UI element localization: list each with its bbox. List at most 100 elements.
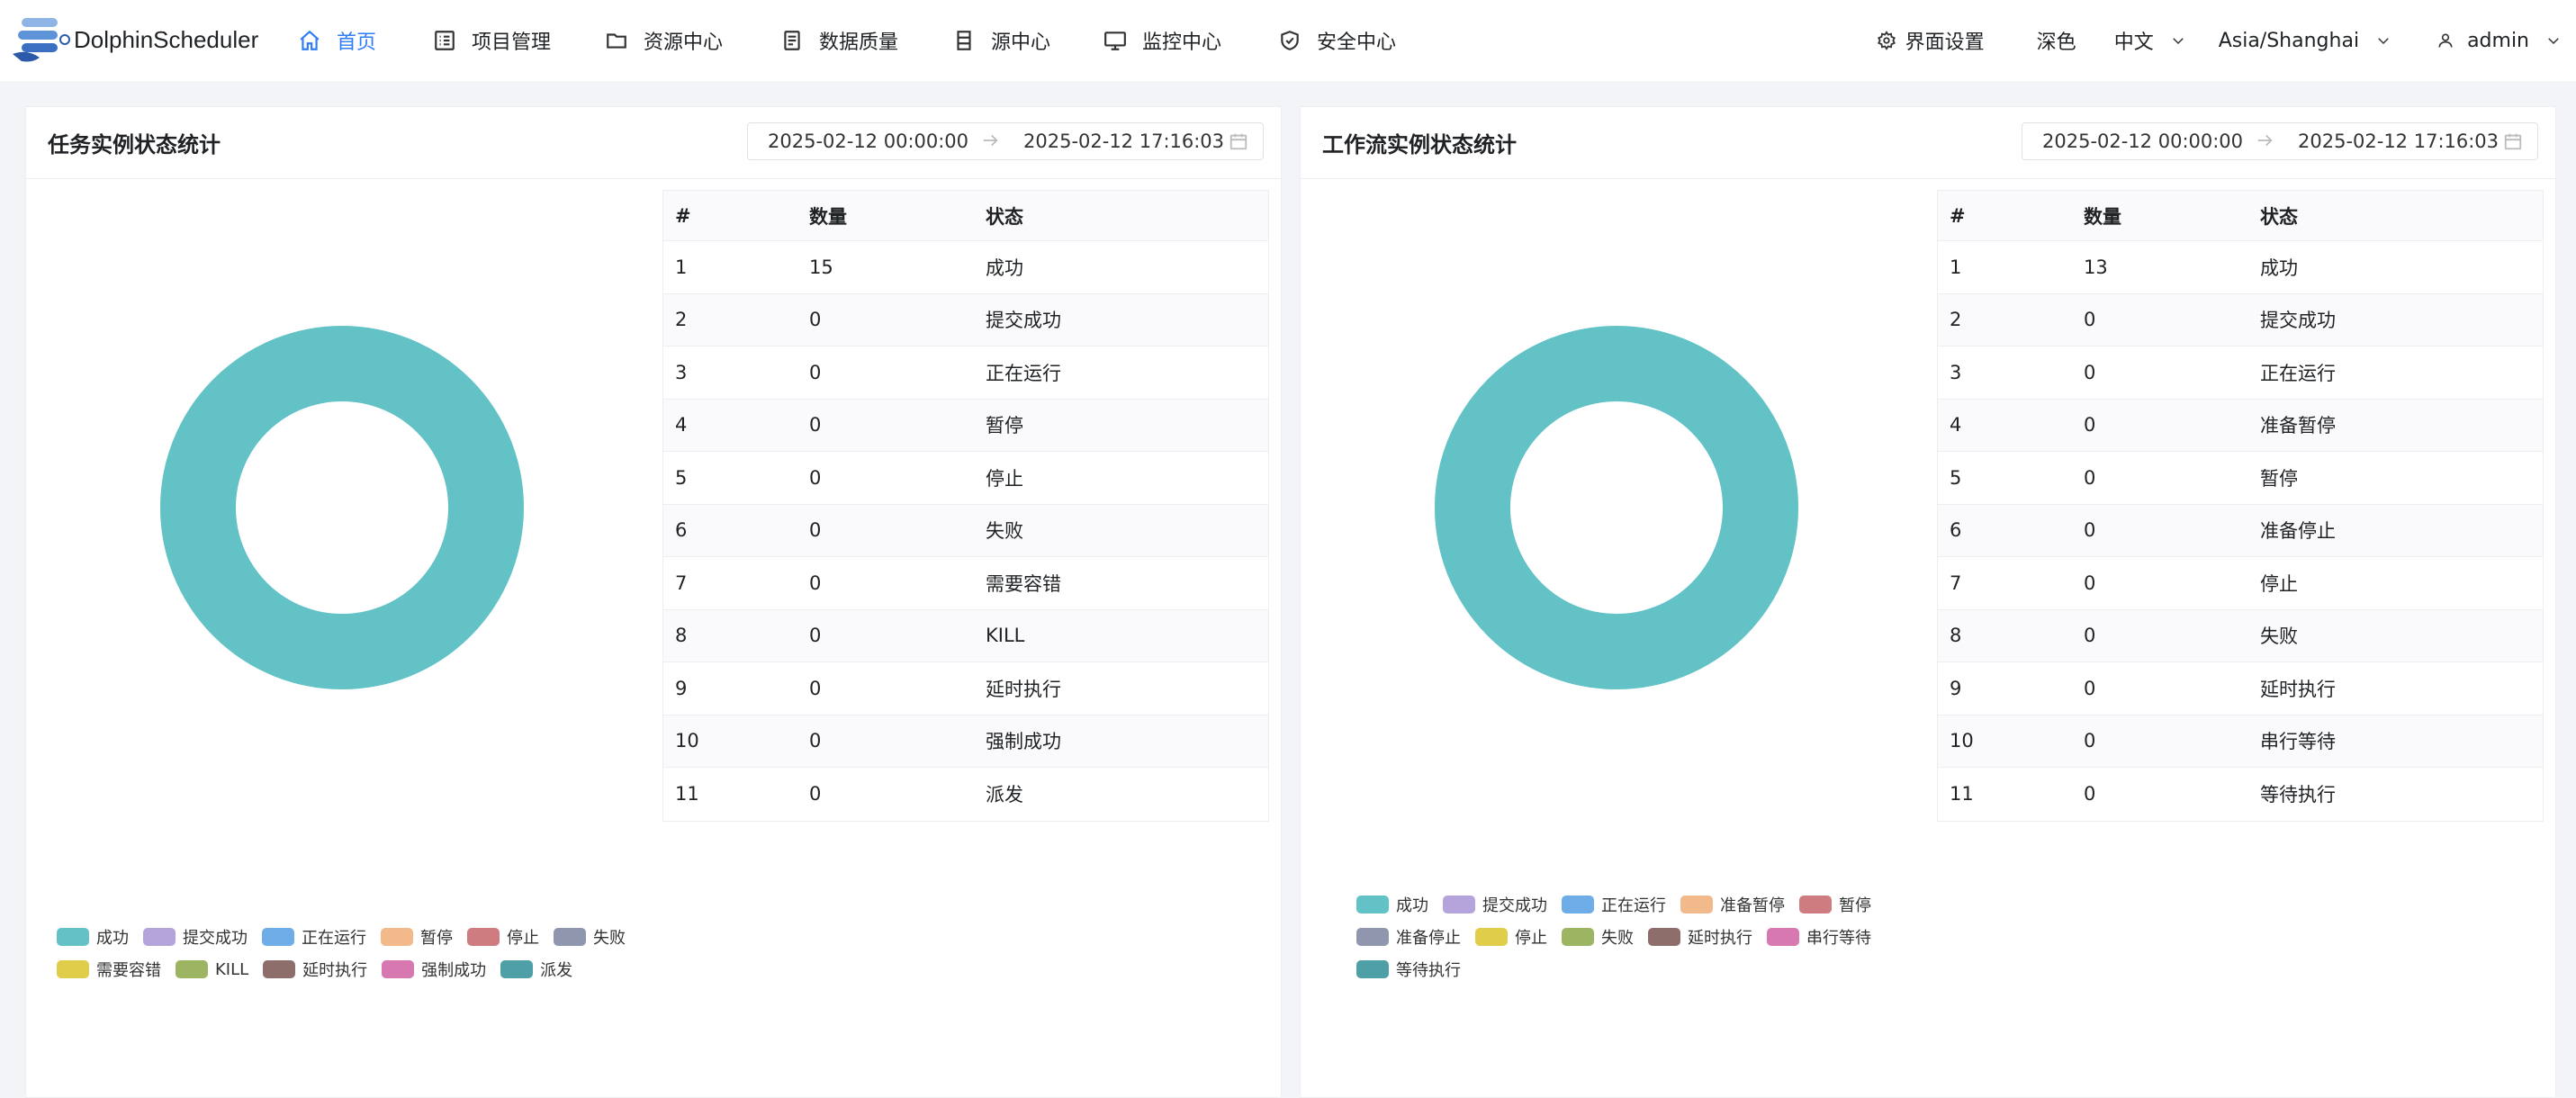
legend-label: 正在运行 [1601, 896, 1666, 915]
workflow-instance-card: 工作流实例状态统计 2025-02-12 00:00:00 2025-02-12… [1300, 106, 2556, 1098]
legend-item[interactable]: 强制成功 [382, 953, 486, 986]
row-index: 3 [1950, 361, 1962, 383]
task-donut-chart [159, 325, 525, 694]
row-status: 正在运行 [2260, 362, 2336, 384]
legend-item[interactable]: 派发 [500, 953, 572, 986]
end-date: 2025-02-12 17:16:03 [1023, 130, 1225, 152]
legend-item[interactable]: KILL [176, 953, 248, 986]
date-range-picker[interactable]: 2025-02-12 00:00:00 2025-02-12 17:16:03 [2022, 122, 2538, 160]
chevron-down-icon [2375, 32, 2391, 49]
legend-item[interactable]: 失败 [1562, 921, 1634, 953]
legend-item[interactable]: 需要容错 [57, 953, 161, 986]
table-row[interactable]: 4 0 暂停 [663, 399, 1268, 452]
row-count: 0 [2084, 783, 2096, 806]
legend-item[interactable]: 延时执行 [1648, 921, 1752, 953]
table-row[interactable]: 5 0 暂停 [1938, 452, 2543, 505]
calendar-icon [1229, 131, 1248, 156]
nav-home[interactable]: 首页 [297, 0, 432, 81]
row-count: 0 [809, 677, 822, 699]
table-row[interactable]: 1 13 成功 [1938, 241, 2543, 294]
nav-monitor[interactable]: 监控中心 [1103, 0, 1277, 81]
nav-monitor-label: 监控中心 [1142, 32, 1222, 54]
legend-label: 串行等待 [1806, 929, 1871, 948]
donut-segment-success[interactable] [1435, 326, 1798, 689]
nav-resource-label: 资源中心 [644, 32, 724, 54]
legend-item[interactable]: 成功 [1356, 888, 1428, 921]
date-range-picker[interactable]: 2025-02-12 00:00:00 2025-02-12 17:16:03 [747, 122, 1264, 160]
column-header: # [1950, 204, 1966, 227]
shield-icon [1277, 28, 1302, 53]
legend-item[interactable]: 准备停止 [1356, 921, 1461, 953]
column-header: # [675, 204, 691, 227]
legend-swatch [500, 960, 534, 978]
card-header: 任务实例状态统计 2025-02-12 00:00:00 2025-02-12 … [26, 107, 1281, 179]
row-status: 准备停止 [2260, 520, 2336, 543]
legend-swatch [1356, 928, 1389, 946]
end-date: 2025-02-12 17:16:03 [2298, 130, 2499, 152]
user-icon [2436, 32, 2454, 50]
user-menu[interactable]: admin [2436, 30, 2562, 52]
table-row[interactable]: 10 0 串行等待 [1938, 715, 2543, 768]
table-row[interactable]: 6 0 准备停止 [1938, 504, 2543, 557]
legend-item[interactable]: 等待执行 [1356, 953, 1461, 986]
legend-swatch [467, 928, 500, 946]
table-row[interactable]: 2 0 提交成功 [663, 293, 1268, 346]
app-logo[interactable]: DolphinScheduler [9, 13, 258, 67]
task-chart-legend: 成功 提交成功 正在运行 暂停 停止 失败需要容错 KILL 延时执行 强制成功 派发 [57, 921, 687, 986]
nav-project[interactable]: 项目管理 [432, 0, 604, 81]
legend-item[interactable]: 暂停 [381, 921, 453, 953]
table-row[interactable]: 6 0 失败 [663, 504, 1268, 557]
legend-item[interactable]: 暂停 [1799, 888, 1871, 921]
legend-item[interactable]: 提交成功 [1443, 888, 1547, 921]
legend-item[interactable]: 停止 [1475, 921, 1547, 953]
table-row[interactable]: 11 0 派发 [663, 768, 1268, 821]
row-index: 5 [675, 466, 688, 489]
legend-item[interactable]: 停止 [467, 921, 539, 953]
row-index: 7 [675, 572, 688, 594]
table-row[interactable]: 9 0 延时执行 [663, 662, 1268, 716]
legend-swatch [143, 928, 176, 946]
table-row[interactable]: 5 0 停止 [663, 452, 1268, 505]
nav-datasource[interactable]: 源中心 [951, 0, 1103, 81]
donut-segment-success[interactable] [160, 326, 524, 689]
row-count: 0 [809, 730, 822, 752]
table-row[interactable]: 8 0 KILL [663, 609, 1268, 662]
legend-label: 失败 [1601, 929, 1634, 948]
timezone-value: Asia/Shanghai [2218, 29, 2360, 52]
table-row[interactable]: 9 0 延时执行 [1938, 662, 2543, 716]
legend-item[interactable]: 成功 [57, 921, 129, 953]
legend-item[interactable]: 提交成功 [143, 921, 248, 953]
legend-item[interactable]: 准备暂停 [1680, 888, 1785, 921]
legend-item[interactable]: 延时执行 [263, 953, 367, 986]
row-index: 9 [1950, 677, 1962, 699]
workflow-donut-chart [1434, 325, 1799, 694]
table-row[interactable]: 10 0 强制成功 [663, 715, 1268, 768]
nav-resource[interactable]: 资源中心 [604, 0, 779, 81]
table-row[interactable]: 3 0 正在运行 [663, 346, 1268, 400]
table-row[interactable]: 7 0 需要容错 [663, 557, 1268, 610]
table-row[interactable]: 1 15 成功 [663, 241, 1268, 294]
legend-item[interactable]: 正在运行 [262, 921, 366, 953]
timezone-select[interactable]: Asia/Shanghai [2219, 30, 2391, 52]
row-status: 提交成功 [986, 310, 1061, 332]
language-select[interactable]: 中文 [2114, 26, 2186, 55]
username: admin [2467, 29, 2529, 52]
row-index: 4 [1950, 414, 1962, 436]
project-icon [432, 28, 457, 53]
legend-item[interactable]: 正在运行 [1562, 888, 1666, 921]
table-row[interactable]: 4 0 准备暂停 [1938, 399, 2543, 452]
row-status: 成功 [986, 256, 1023, 279]
nav-data-quality[interactable]: 数据质量 [779, 0, 951, 81]
table-row[interactable]: 8 0 失败 [1938, 609, 2543, 662]
nav-security[interactable]: 安全中心 [1277, 0, 1430, 81]
row-status: 需要容错 [986, 572, 1061, 595]
legend-label: 需要容错 [96, 961, 161, 980]
ui-settings-button[interactable]: 界面设置 [1877, 26, 1985, 55]
table-row[interactable]: 11 0 等待执行 [1938, 768, 2543, 821]
table-row[interactable]: 7 0 停止 [1938, 557, 2543, 610]
table-row[interactable]: 2 0 提交成功 [1938, 293, 2543, 346]
theme-toggle[interactable]: 深色 [2037, 26, 2076, 55]
legend-item[interactable]: 串行等待 [1767, 921, 1871, 953]
legend-item[interactable]: 失败 [554, 921, 626, 953]
table-row[interactable]: 3 0 正在运行 [1938, 346, 2543, 400]
